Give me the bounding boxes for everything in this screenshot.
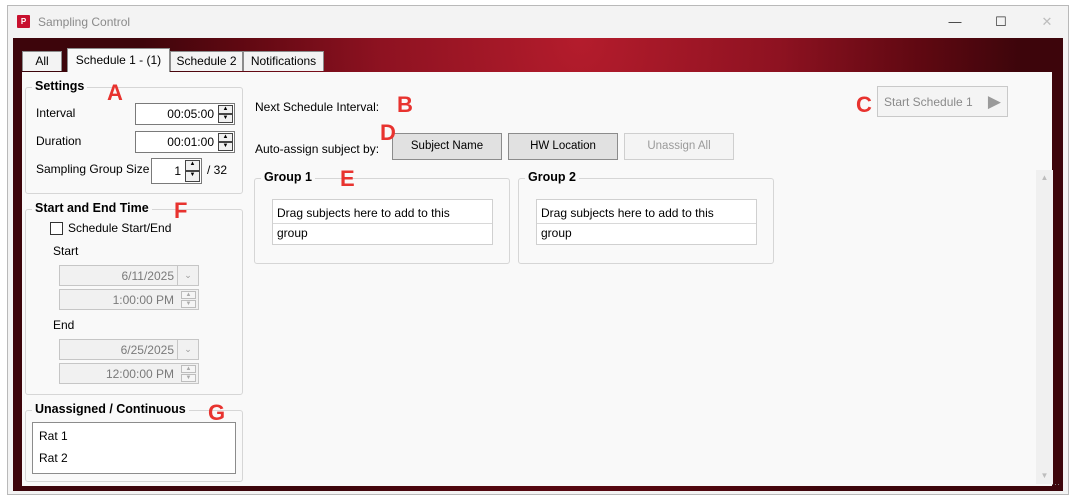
maximize-icon: ☐: [995, 14, 1007, 29]
group-1-title: Group 1: [261, 170, 315, 184]
annotation-b: B: [397, 92, 413, 117]
drop-hint-line2: group: [277, 226, 308, 240]
spin-down-icon[interactable]: ▼: [181, 300, 196, 308]
spin-up-icon[interactable]: ▲: [218, 133, 233, 142]
group-2-title: Group 2: [525, 170, 579, 184]
group-size-label: Sampling Group Size: [36, 162, 150, 176]
spin-down-icon[interactable]: ▼: [218, 142, 233, 151]
window-title: Sampling Control: [38, 15, 131, 29]
spin-up-icon[interactable]: ▲: [181, 291, 196, 299]
interval-spinner[interactable]: 00:05:00 ▲ ▼: [135, 103, 235, 125]
unassign-all-button[interactable]: Unassign All: [624, 133, 734, 160]
settings-group: Settings Interval 00:05:00 ▲ ▼ Duration 0…: [25, 79, 243, 194]
end-time-picker[interactable]: 12:00:00 PM ▲ ▼: [59, 363, 199, 384]
hw-location-button[interactable]: HW Location: [508, 133, 618, 160]
window-content: All Schedule 1 - (1) Schedule 2 Notifica…: [13, 38, 1063, 491]
vertical-scrollbar[interactable]: ▲ ▼: [1036, 170, 1053, 484]
title-bar: P Sampling Control — ☐ ✕: [8, 6, 1068, 38]
annotation-f: F: [174, 198, 188, 223]
start-end-title: Start and End Time: [32, 201, 152, 215]
group-size-spinner[interactable]: 1 ▲ ▼: [151, 158, 202, 184]
annotation-d: D: [380, 120, 396, 145]
end-time-value: 12:00:00 PM: [105, 367, 174, 381]
list-item[interactable]: Rat 1: [39, 429, 68, 443]
minimize-button[interactable]: —: [932, 6, 978, 38]
start-time-picker[interactable]: 1:00:00 PM ▲ ▼: [59, 289, 199, 310]
auto-assign-label: Auto-assign subject by:: [255, 142, 380, 156]
scroll-up-icon[interactable]: ▲: [1036, 170, 1053, 186]
spin-up-icon[interactable]: ▲: [218, 105, 233, 114]
start-label: Start: [53, 244, 79, 258]
duration-value: 00:01:00: [167, 135, 214, 149]
annotation-e: E: [340, 166, 355, 191]
interval-label: Interval: [36, 106, 76, 120]
tab-schedule-1[interactable]: Schedule 1 - (1): [67, 48, 170, 72]
drop-hint-line2: group: [541, 226, 572, 240]
interval-value: 00:05:00: [167, 107, 214, 121]
tab-all[interactable]: All: [22, 51, 62, 71]
start-schedule-button[interactable]: Start Schedule 1 ▶: [877, 86, 1008, 117]
start-end-group: Start and End Time Schedule Start/End St…: [25, 201, 243, 395]
maximize-button[interactable]: ☐: [978, 6, 1024, 38]
close-icon: ✕: [1041, 14, 1053, 29]
settings-title: Settings: [32, 79, 88, 93]
schedule-start-end-checkbox[interactable]: [50, 222, 63, 235]
app-window: P Sampling Control — ☐ ✕ All Schedule 1 …: [7, 5, 1069, 495]
next-interval-label: Next Schedule Interval:: [255, 100, 380, 114]
resize-grip-icon[interactable]: ⋯: [1051, 479, 1061, 489]
annotation-c: C: [856, 92, 872, 117]
unassigned-title: Unassigned / Continuous: [32, 402, 189, 416]
minimize-icon: —: [948, 14, 962, 29]
spin-up-icon[interactable]: ▲: [181, 365, 196, 373]
spin-down-icon[interactable]: ▼: [185, 171, 200, 182]
start-date-value: 6/11/2025: [121, 269, 175, 283]
spin-down-icon[interactable]: ▼: [181, 374, 196, 382]
schedule-start-end-label: Schedule Start/End: [68, 221, 172, 235]
unassigned-list[interactable]: Rat 1 Rat 2: [32, 422, 236, 474]
start-date-picker[interactable]: 6/11/2025 ⌄: [59, 265, 199, 286]
close-button[interactable]: ✕: [1024, 6, 1068, 38]
tab-notifications[interactable]: Notifications: [243, 51, 324, 71]
spin-up-icon[interactable]: ▲: [185, 160, 200, 171]
group-2-drop-zone[interactable]: Drag subjects here to add to this group: [536, 199, 757, 245]
end-date-picker[interactable]: 6/25/2025 ⌄: [59, 339, 199, 360]
group-size-value: 1: [174, 164, 181, 178]
end-label: End: [53, 318, 75, 332]
tab-panel: Settings Interval 00:05:00 ▲ ▼ Duration 0…: [22, 72, 1052, 486]
list-item[interactable]: Rat 2: [39, 451, 68, 465]
drop-hint-line1: Drag subjects here to add to this: [277, 206, 450, 220]
subject-name-button[interactable]: Subject Name: [392, 133, 502, 160]
group-size-max: / 32: [207, 163, 228, 177]
chevron-down-icon[interactable]: ⌄: [177, 340, 198, 359]
tab-schedule-2[interactable]: Schedule 2: [170, 51, 243, 71]
duration-label: Duration: [36, 134, 82, 148]
chevron-down-icon[interactable]: ⌄: [177, 266, 198, 285]
play-icon: ▶: [987, 92, 1001, 111]
annotation-a: A: [107, 80, 123, 105]
group-1-box: Group 1 Drag subjects here to add to thi…: [254, 170, 510, 264]
duration-spinner[interactable]: 00:01:00 ▲ ▼: [135, 131, 235, 153]
spin-down-icon[interactable]: ▼: [218, 114, 233, 123]
annotation-g: G: [208, 400, 226, 425]
drop-hint-line1: Drag subjects here to add to this: [541, 206, 714, 220]
end-date-value: 6/25/2025: [120, 343, 174, 357]
group-2-box: Group 2 Drag subjects here to add to thi…: [518, 170, 774, 264]
group-1-drop-zone[interactable]: Drag subjects here to add to this group: [272, 199, 493, 245]
start-schedule-label: Start Schedule 1: [884, 95, 973, 109]
app-icon: P: [17, 15, 30, 28]
start-time-value: 1:00:00 PM: [112, 293, 174, 307]
